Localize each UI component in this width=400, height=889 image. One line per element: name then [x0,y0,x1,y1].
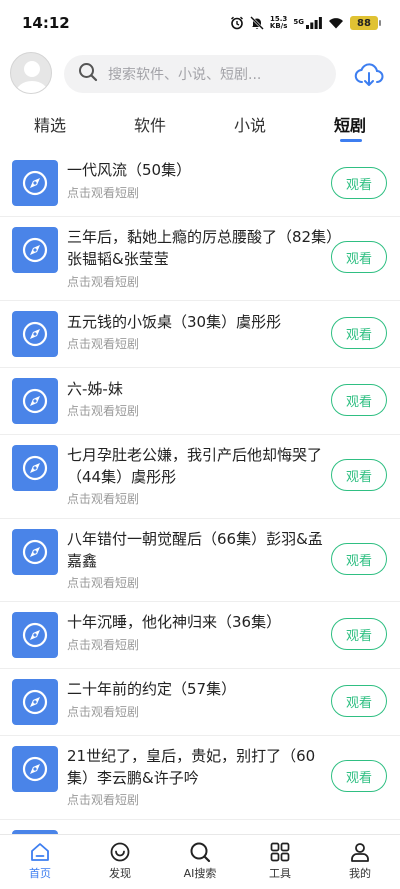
item-subtitle: 点击观看短剧 [67,638,140,652]
nav-home[interactable]: 首页 [10,841,70,881]
signal-label: 5G [293,18,304,26]
watch-button[interactable]: 观看 [331,167,387,199]
nav-ai-search-label: AI搜索 [183,867,217,880]
bottom-nav: 首页 发现 AI搜索 工具 我的 [0,834,400,889]
watch-button[interactable]: 观看 [331,459,387,491]
search-icon [190,842,211,863]
list-item[interactable]: 六-姊-妹 点击观看短剧 观看 [0,368,400,435]
item-title: 二十年前的约定（57集） [67,680,237,698]
list-item[interactable]: 七月孕肚老公嫌，我引产后他却悔哭了（44集）虞彤彤 点击观看短剧 观看 [0,435,400,519]
nav-discover-label: 发现 [109,867,131,880]
tab-software[interactable]: 软件 [120,112,180,136]
watch-button[interactable]: 观看 [331,685,387,717]
tab-active-indicator [340,139,362,142]
alarm-icon [230,16,244,30]
item-title: 三年后，黏她上瘾的厉总腰酸了（82集）张韫韬&张莹莹 [67,228,334,268]
compass-icon [12,378,58,424]
nav-home-label: 首页 [29,867,51,880]
cloud-download-icon[interactable] [354,60,384,90]
watch-button[interactable]: 观看 [331,241,387,273]
watch-button[interactable]: 观看 [331,384,387,416]
item-subtitle: 点击观看短剧 [67,492,140,506]
watch-button[interactable]: 观看 [331,618,387,650]
net-speed-unit: KB/s [269,22,288,30]
compass-icon [12,679,58,725]
user-icon [351,843,369,862]
search-placeholder: 搜索软件、小说、短剧... [108,67,262,83]
item-subtitle: 点击观看短剧 [67,275,140,289]
item-subtitle: 点击观看短剧 [67,404,140,418]
battery-indicator: 88 [350,16,381,30]
item-title: 21世纪了，皇后，贵妃，别打了（60集）李云鹏&许子吟 [67,747,316,787]
watch-button[interactable]: 观看 [331,543,387,575]
list-item[interactable]: 三年后，黏她上瘾的厉总腰酸了（82集）张韫韬&张莹莹 点击观看短剧 观看 [0,217,400,301]
compass-icon [12,160,58,206]
nav-tools-label: 工具 [269,867,291,880]
list-item-partial[interactable] [0,820,400,834]
status-bar: 14:12 15.3 KB/s 5G 88 [0,0,400,46]
nav-discover[interactable]: 发现 [90,841,150,881]
nav-tools[interactable]: 工具 [250,841,310,881]
item-title: 六-姊-妹 [67,380,123,398]
status-time: 14:12 [22,14,70,32]
nav-ai-search[interactable]: AI搜索 [170,841,230,881]
item-title: 一代风流（50集） [67,161,192,179]
nav-me-label: 我的 [349,867,371,880]
list-item[interactable]: 八年错付一朝觉醒后（66集）彭羽&孟嘉鑫 点击观看短剧 观看 [0,519,400,602]
item-subtitle: 点击观看短剧 [67,337,140,351]
compass-icon [12,445,58,491]
compass-icon [12,746,58,792]
mute-icon [249,16,264,30]
watch-button[interactable]: 观看 [331,317,387,349]
list-item[interactable]: 五元钱的小饭桌（30集）虞彤彤 点击观看短剧 观看 [0,301,400,368]
item-title: 十年沉睡，他化神归来（36集） [67,613,282,631]
item-title: 五元钱的小饭桌（30集）虞彤彤 [67,313,282,331]
list-item[interactable]: 一代风流（50集） 点击观看短剧 观看 [0,150,400,217]
item-subtitle: 点击观看短剧 [67,186,140,200]
list-item[interactable]: 二十年前的约定（57集） 点击观看短剧 观看 [0,669,400,736]
avatar-person-icon [16,61,48,93]
home-icon [31,843,49,861]
drama-list[interactable]: 一代风流（50集） 点击观看短剧 观看 三年后，黏她上瘾的厉总腰酸了（82集）张… [0,150,400,834]
compass-icon [12,612,58,658]
wifi-icon [328,17,344,29]
search-icon [78,62,98,86]
header: 搜索软件、小说、短剧... [0,50,400,98]
compass-icon [12,529,58,575]
tab-short-dramas[interactable]: 短剧 [320,112,380,136]
category-tabs: 精选 软件 小说 短剧 [0,108,400,148]
watch-button[interactable]: 观看 [331,760,387,792]
list-item[interactable]: 十年沉睡，他化神归来（36集） 点击观看短剧 观看 [0,602,400,669]
item-subtitle: 点击观看短剧 [67,576,140,590]
item-title: 七月孕肚老公嫌，我引产后他却悔哭了（44集）虞彤彤 [67,446,323,486]
item-title: 八年错付一朝觉醒后（66集）彭羽&孟嘉鑫 [67,530,323,570]
nav-me[interactable]: 我的 [330,841,390,881]
list-item[interactable]: 21世纪了，皇后，贵妃，别打了（60集）李云鹏&许子吟 点击观看短剧 观看 [0,736,400,820]
discover-icon [110,842,130,862]
compass-icon [12,227,58,273]
item-subtitle: 点击观看短剧 [67,705,140,719]
signal-icon [306,17,322,29]
compass-icon [12,311,58,357]
net-speed: 15.3 KB/s [270,16,287,30]
tab-featured[interactable]: 精选 [20,112,80,136]
item-subtitle: 点击观看短剧 [67,793,140,807]
avatar[interactable] [10,52,52,94]
grid-icon [270,842,290,862]
status-icons: 15.3 KB/s 5G 88 [230,16,381,30]
tab-novels[interactable]: 小说 [220,112,280,136]
search-input[interactable]: 搜索软件、小说、短剧... [64,55,336,93]
